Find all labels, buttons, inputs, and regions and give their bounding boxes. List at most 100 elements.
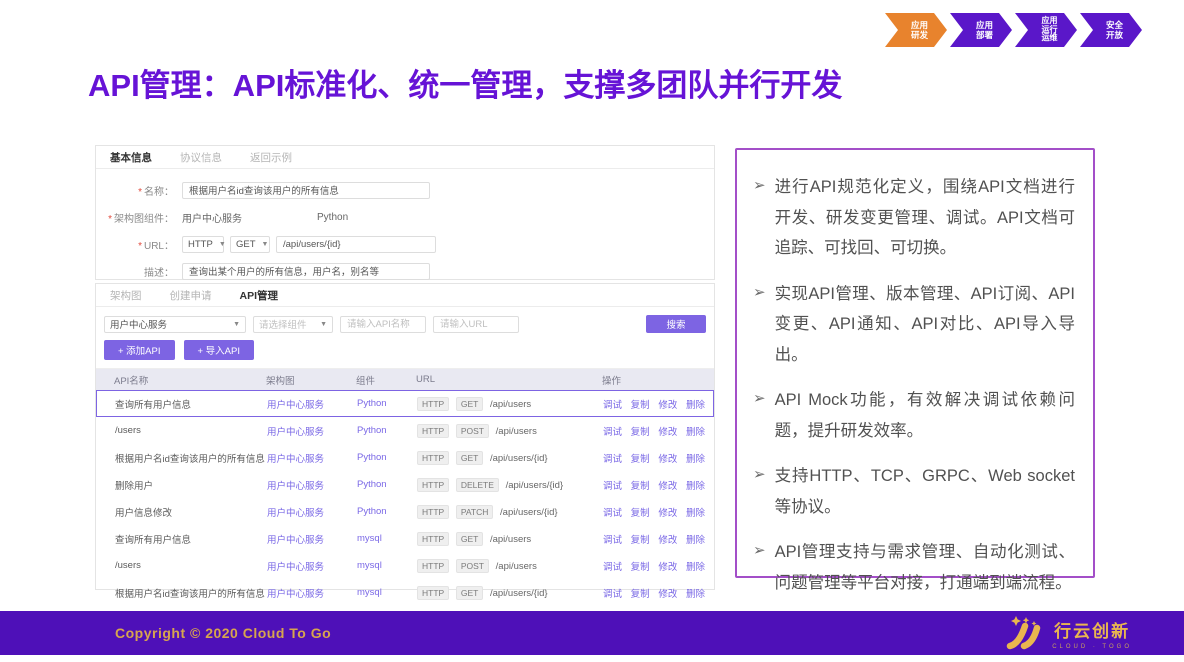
copy-link[interactable]: 复制 (631, 589, 650, 600)
component-link[interactable]: mysql (357, 560, 417, 571)
url-search-input[interactable] (433, 316, 519, 333)
name-input[interactable] (182, 182, 430, 199)
copy-link[interactable]: 复制 (631, 562, 650, 573)
url-cell: HTTP GET /api/users (417, 397, 603, 411)
table-row[interactable]: 用户信息修改 用户中心服务 Python HTTP PATCH /api/use… (96, 498, 714, 525)
process-chevron[interactable]: 应用 研发 (885, 13, 947, 47)
logo-subtitle: CLOUD · TOGO (1052, 644, 1132, 650)
component-link[interactable]: mysql (357, 533, 417, 544)
process-chevron[interactable]: 安全 开放 (1080, 13, 1142, 47)
arrow-bullet-icon: ➢ (753, 461, 766, 522)
api-name-cell: 查询所有用户信息 (115, 397, 267, 411)
debug-link[interactable]: 调试 (603, 508, 622, 519)
desc-label: 描述： (96, 264, 174, 279)
search-button[interactable]: 搜索 (646, 315, 706, 333)
add-api-button[interactable]: + 添加API (104, 340, 175, 360)
arch-link[interactable]: 用户中心服务 (267, 532, 357, 546)
delete-link[interactable]: 删除 (686, 454, 705, 465)
table-row[interactable]: 根据用户名id查询该用户的所有信息 用户中心服务 Python HTTP GET… (96, 444, 714, 471)
component-link[interactable]: Python (357, 452, 417, 463)
table-row[interactable]: 查询所有用户信息 用户中心服务 mysql HTTP GET /api/user… (96, 525, 714, 552)
row-operations: 调试 复制 修改 删除 (603, 478, 713, 492)
chevron-down-icon: ▼ (262, 241, 269, 248)
tab[interactable]: API管理 (226, 284, 293, 306)
arch-link[interactable]: 用户中心服务 (267, 559, 357, 573)
debug-link[interactable]: 调试 (603, 562, 622, 573)
component-select[interactable]: 请选择组件▼ (253, 316, 333, 333)
delete-link[interactable]: 删除 (686, 535, 705, 546)
copy-link[interactable]: 复制 (631, 400, 650, 411)
url-cell: HTTP POST /api/users (417, 424, 603, 438)
arch-link[interactable]: 用户中心服务 (267, 424, 357, 438)
edit-link[interactable]: 修改 (658, 508, 677, 519)
footer-bar: Copyright © 2020 Cloud To Go 行云创新 CLOUD … (0, 611, 1184, 655)
import-api-button[interactable]: + 导入API (184, 340, 255, 360)
process-chevron[interactable]: 应用 部署 (950, 13, 1012, 47)
edit-link[interactable]: 修改 (658, 562, 677, 573)
tab[interactable]: 基本信息 (96, 146, 166, 168)
edit-link[interactable]: 修改 (658, 427, 677, 438)
delete-link[interactable]: 删除 (686, 400, 705, 411)
component-link[interactable]: Python (357, 506, 417, 517)
arch-link[interactable]: 用户中心服务 (267, 451, 357, 465)
api-name-search-input[interactable] (340, 316, 426, 333)
debug-link[interactable]: 调试 (603, 454, 622, 465)
copy-link[interactable]: 复制 (631, 481, 650, 492)
logo-title: 行云创新 (1054, 617, 1130, 642)
table-row[interactable]: 删除用户 用户中心服务 Python HTTP DELETE /api/user… (96, 471, 714, 498)
edit-link[interactable]: 修改 (658, 589, 677, 600)
tab[interactable]: 架构图 (96, 284, 156, 306)
edit-link[interactable]: 修改 (658, 535, 677, 546)
delete-link[interactable]: 删除 (686, 562, 705, 573)
edit-link[interactable]: 修改 (658, 400, 677, 411)
debug-link[interactable]: 调试 (603, 481, 622, 492)
url-cell: HTTP GET /api/users (417, 532, 603, 546)
method-select[interactable]: GET▼ (230, 236, 270, 253)
bullet-item: ➢ 实现API管理、版本管理、API订阅、API变更、API通知、API对比、A… (753, 279, 1075, 371)
bullet-text: 实现API管理、版本管理、API订阅、API变更、API通知、API对比、API… (775, 279, 1075, 371)
cloudtogo-logo-icon (1004, 615, 1044, 651)
edit-link[interactable]: 修改 (658, 481, 677, 492)
component-link[interactable]: Python (357, 398, 417, 409)
table-row[interactable]: /users 用户中心服务 Python HTTP POST /api/user… (96, 417, 714, 444)
name-label: *名称： (96, 183, 174, 198)
desc-input[interactable] (182, 263, 430, 280)
arch-link[interactable]: 用户中心服务 (267, 505, 357, 519)
protocol-select[interactable]: HTTP▼ (182, 236, 224, 253)
table-row[interactable]: 查询所有用户信息 用户中心服务 Python HTTP GET /api/use… (96, 390, 714, 417)
tab[interactable]: 返回示例 (236, 146, 306, 168)
arch-link[interactable]: 用户中心服务 (267, 478, 357, 492)
url-input[interactable] (276, 236, 436, 253)
api-name-cell: 根据用户名id查询该用户的所有信息 (115, 586, 267, 600)
debug-link[interactable]: 调试 (603, 400, 622, 411)
row-operations: 调试 复制 修改 删除 (603, 397, 713, 411)
component-link[interactable]: Python (357, 479, 417, 490)
arch-link[interactable]: 用户中心服务 (267, 586, 357, 600)
component-link[interactable]: mysql (357, 587, 417, 598)
table-row[interactable]: 根据用户名id查询该用户的所有信息 用户中心服务 mysql HTTP GET … (96, 579, 714, 606)
debug-link[interactable]: 调试 (603, 589, 622, 600)
url-text: /api/users/{id} (490, 453, 548, 464)
edit-link[interactable]: 修改 (658, 454, 677, 465)
copy-link[interactable]: 复制 (631, 427, 650, 438)
delete-link[interactable]: 删除 (686, 481, 705, 492)
tab[interactable]: 创建申请 (156, 284, 226, 306)
component-link[interactable]: Python (357, 425, 417, 436)
copy-link[interactable]: 复制 (631, 535, 650, 546)
api-name-cell: /users (115, 560, 267, 571)
table-row[interactable]: /users 用户中心服务 mysql HTTP POST /api/users… (96, 552, 714, 579)
delete-link[interactable]: 删除 (686, 589, 705, 600)
delete-link[interactable]: 删除 (686, 508, 705, 519)
copy-link[interactable]: 复制 (631, 508, 650, 519)
service-select[interactable]: 用户中心服务▼ (104, 316, 246, 333)
debug-link[interactable]: 调试 (603, 535, 622, 546)
tab[interactable]: 协议信息 (166, 146, 236, 168)
url-cell: HTTP POST /api/users (417, 559, 603, 573)
debug-link[interactable]: 调试 (603, 427, 622, 438)
method-badge: PATCH (456, 505, 494, 519)
process-chevron[interactable]: 应用 运行 运维 (1015, 13, 1077, 47)
delete-link[interactable]: 删除 (686, 427, 705, 438)
arch-link[interactable]: 用户中心服务 (267, 397, 357, 411)
name-field-row: *名称： (96, 181, 714, 199)
copy-link[interactable]: 复制 (631, 454, 650, 465)
